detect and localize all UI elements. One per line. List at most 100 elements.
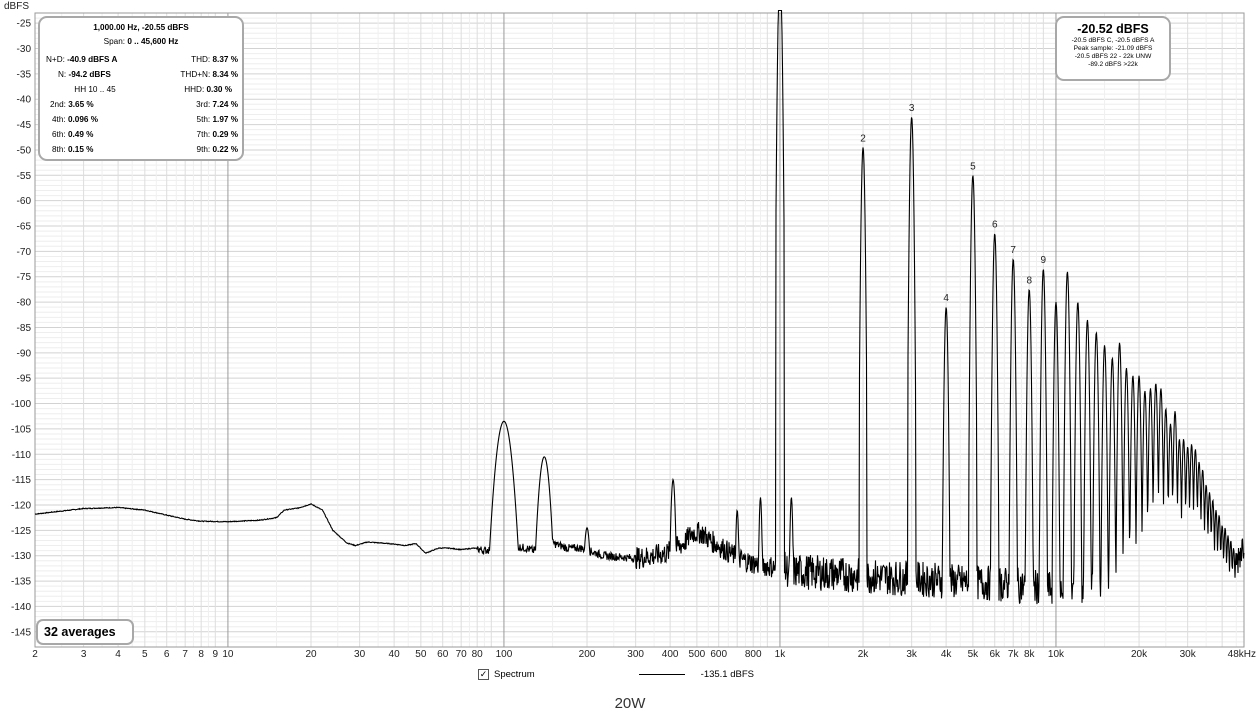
y-tick-label: -115 xyxy=(12,475,32,486)
h7-value: 0.29 % xyxy=(212,130,239,139)
hh-label: HH 10 .. 45 xyxy=(74,85,116,94)
h8-label: 8th: xyxy=(52,145,66,154)
y-tick-label: -25 xyxy=(17,19,32,30)
x-tick-label: 70 xyxy=(456,649,468,660)
h5-value: 1.97 % xyxy=(212,115,239,124)
harmonic-label: 5 xyxy=(970,161,976,172)
y-tick-label: -85 xyxy=(17,323,32,334)
x-tick-label: 800 xyxy=(745,649,762,660)
x-tick-label: 8 xyxy=(198,649,204,660)
h6-label: 6th: xyxy=(52,130,66,139)
x-tick-label: 80 xyxy=(472,649,484,660)
measurement-summary-panel: 1,000.00 Hz, -20.55 dBFS Span: 0 .. 45,6… xyxy=(38,16,244,161)
harmonics-row-8-9: 8th: 0.15 % 9th: 0.22 % xyxy=(40,142,242,157)
x-tick-label: 4k xyxy=(941,649,953,660)
above-band-line: -89.2 dBFS >22k xyxy=(1088,61,1138,68)
x-tick-label: 9 xyxy=(213,649,219,660)
h2-label: 2nd: xyxy=(50,100,66,109)
averages-badge: 32 averages xyxy=(36,619,134,645)
thd-value: 8.37 % xyxy=(212,55,239,64)
y-tick-label: -75 xyxy=(17,272,32,283)
h9-label: 9th: xyxy=(196,145,211,154)
x-tick-label: 10 xyxy=(222,649,234,660)
x-tick-label: 48kHz xyxy=(1228,649,1256,660)
spectrum-checkbox[interactable]: ✓ xyxy=(478,669,489,680)
x-tick-label: 1k xyxy=(775,649,787,660)
y-tick-label: -80 xyxy=(17,298,32,309)
y-tick-label: -145 xyxy=(11,627,31,638)
hhd-value: 0.30 % xyxy=(206,85,233,94)
nd-label: N+D: xyxy=(46,55,65,64)
y-tick-label: -60 xyxy=(17,196,32,207)
x-axis-labels: 2 3 4 5 6 7 8 9 10 20 30 40 50 60 70 80 100 200 300 400 500 6… xyxy=(32,649,1256,660)
thdn-label: THD+N: xyxy=(180,70,211,79)
nd-value: -40.9 dBFS A xyxy=(67,55,118,64)
h5-label: 5th: xyxy=(196,115,211,124)
level-readout: -20.52 dBFS xyxy=(1077,22,1149,36)
x-tick-label: 7k xyxy=(1008,649,1020,660)
harmonic-label: 7 xyxy=(1010,245,1016,256)
x-tick-label: 3 xyxy=(81,649,87,660)
y-tick-label: -65 xyxy=(17,222,32,233)
harmonic-label: 6 xyxy=(992,220,998,231)
x-tick-label: 200 xyxy=(579,649,596,660)
legend-noise-value: -135.1 dBFS xyxy=(700,669,754,680)
h3-value: 7.24 % xyxy=(212,100,239,109)
x-tick-label: 8k xyxy=(1024,649,1036,660)
x-tick-label: 20 xyxy=(305,649,317,660)
x-tick-label: 50 xyxy=(415,649,427,660)
y-axis-labels: -25 -30 -35 -40 -45 -50 -55 -60 -65 -70 -75 -80 -85 -… xyxy=(11,19,31,639)
x-tick-label: 60 xyxy=(437,649,449,660)
y-tick-label: -40 xyxy=(17,95,32,106)
x-tick-label: 100 xyxy=(496,649,513,660)
y-tick-label: -45 xyxy=(17,120,32,131)
y-tick-label: -110 xyxy=(12,450,32,461)
unweighted-band-line: -20.5 dBFS 22 - 22k UNW xyxy=(1074,53,1152,60)
x-tick-label: 30 xyxy=(354,649,366,660)
legend-line-swatch xyxy=(638,674,685,675)
level-meter-panel: -20.52 dBFS -20.5 dBFS C, -20.5 dBFS A P… xyxy=(1055,16,1171,81)
x-tick-label: 300 xyxy=(627,649,644,660)
x-tick-label: 600 xyxy=(710,649,727,660)
h7-label: 7th: xyxy=(196,130,211,139)
chart-legend: ✓ Spectrum -135.1 dBFS xyxy=(478,669,754,680)
x-tick-label: 500 xyxy=(689,649,706,660)
y-tick-label: -30 xyxy=(17,44,32,55)
x-tick-label: 5 xyxy=(142,649,148,660)
y-tick-label: -100 xyxy=(11,399,31,410)
x-tick-label: 6k xyxy=(989,649,1001,660)
x-tick-label: 20k xyxy=(1131,649,1148,660)
y-axis-unit: dBFS xyxy=(4,1,29,12)
nd-thd-row: N+D: -40.9 dBFS A THD: 8.37 % xyxy=(40,52,242,67)
y-tick-label: -95 xyxy=(17,374,32,385)
y-tick-label: -70 xyxy=(17,247,32,258)
x-tick-label: 2k xyxy=(858,649,870,660)
n-label: N: xyxy=(58,70,67,79)
thdn-value: 8.34 % xyxy=(212,70,239,79)
h3-label: 3rd: xyxy=(196,100,211,109)
y-tick-label: -105 xyxy=(11,424,31,435)
h4-value: 0.096 % xyxy=(67,115,98,124)
n-thdn-row: N: -94.2 dBFS THD+N: 8.34 % xyxy=(40,67,242,82)
y-tick-label: -50 xyxy=(17,145,32,156)
level-weighted-line: -20.5 dBFS C, -20.5 dBFS A xyxy=(1071,37,1155,44)
x-tick-label: 400 xyxy=(662,649,679,660)
y-tick-label: -140 xyxy=(11,602,31,613)
spectrum-checkbox-label: Spectrum xyxy=(494,669,535,680)
span-row: Span: 0 .. 45,600 Hz xyxy=(40,37,242,52)
x-tick-label: 6 xyxy=(164,649,170,660)
harmonic-label: 2 xyxy=(860,133,866,144)
harmonic-label: 8 xyxy=(1026,275,1032,286)
harmonic-label: 3 xyxy=(909,103,915,114)
x-tick-label: 10k xyxy=(1048,649,1065,660)
h6-value: 0.49 % xyxy=(67,130,94,139)
h9-value: 0.22 % xyxy=(212,145,239,154)
harmonic-label: 9 xyxy=(1041,255,1047,266)
y-tick-label: -135 xyxy=(11,577,31,588)
span-label: Span: xyxy=(103,37,126,46)
y-tick-label: -120 xyxy=(11,500,31,511)
h2-value: 3.65 % xyxy=(68,100,94,109)
chart-caption: 20W xyxy=(614,695,646,712)
h8-value: 0.15 % xyxy=(67,145,94,154)
summary-title: 1,000.00 Hz, -20.55 dBFS xyxy=(93,23,189,32)
